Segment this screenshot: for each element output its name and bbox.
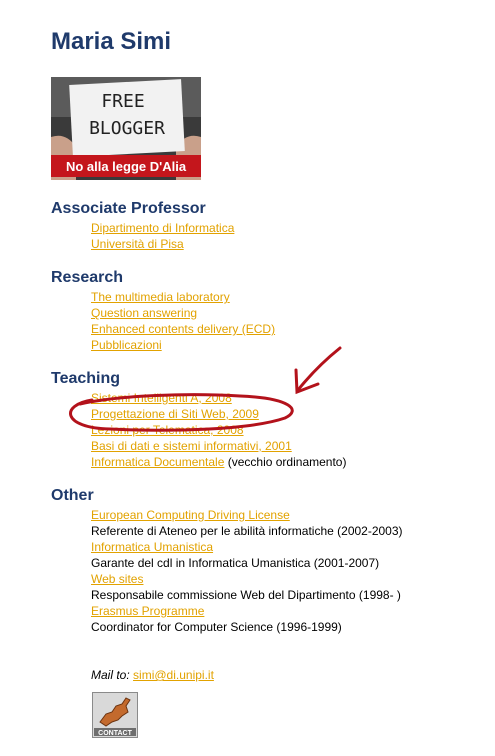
role-text: Referente di Ateneo per le abilità infor… bbox=[91, 524, 403, 538]
list-item: Basi di dati e sistemi informativi, 2001 bbox=[91, 438, 346, 454]
list-item: The multimedia laboratory bbox=[91, 289, 275, 305]
item-note: (vecchio ordinamento) bbox=[224, 455, 347, 469]
link-web-sites[interactable]: Web sites bbox=[91, 572, 143, 586]
link-sistemi-intelligenti[interactable]: Sistemi Intelligenti A, 2008 bbox=[91, 391, 232, 405]
heading-research: Research bbox=[51, 269, 124, 286]
list-item: Erasmus Programme bbox=[91, 603, 403, 619]
list-item: Pubblicazioni bbox=[91, 337, 275, 353]
link-informatica-umanistica[interactable]: Informatica Umanistica bbox=[91, 540, 213, 554]
list-item: Enhanced contents delivery (ECD) bbox=[91, 321, 275, 337]
heading-other: Other bbox=[51, 487, 94, 504]
list-item: Informatica Documentale (vecchio ordinam… bbox=[91, 454, 346, 470]
list-item: Lezioni per Telematica, 2008 bbox=[91, 422, 346, 438]
heading-teaching: Teaching bbox=[51, 370, 121, 387]
svg-text:BLOGGER: BLOGGER bbox=[89, 118, 165, 139]
list-item: Dipartimento di Informatica bbox=[91, 220, 234, 236]
link-progettazione-siti-web[interactable]: Progettazione di Siti Web, 2009 bbox=[91, 407, 259, 421]
page-title: Maria Simi bbox=[51, 28, 172, 55]
role-text: Responsabile commissione Web del Diparti… bbox=[91, 588, 401, 602]
link-lezioni-telematica[interactable]: Lezioni per Telematica, 2008 bbox=[91, 423, 244, 437]
link-ecd[interactable]: Enhanced contents delivery (ECD) bbox=[91, 322, 275, 336]
list-item: Web sites bbox=[91, 571, 403, 587]
annotation-arrow-shaft bbox=[296, 346, 342, 392]
link-erasmus[interactable]: Erasmus Programme bbox=[91, 604, 204, 618]
svg-text:FREE: FREE bbox=[101, 91, 144, 112]
email-link[interactable]: simi@di.unipi.it bbox=[133, 668, 214, 682]
annotation-arrow-head bbox=[294, 368, 320, 395]
list-item: European Computing Driving License bbox=[91, 507, 403, 523]
free-blogger-banner[interactable]: FREE BLOGGER No alla legge D'Alia bbox=[51, 77, 201, 180]
list-item: Garante del cdl in Informatica Umanistic… bbox=[91, 555, 403, 571]
heading-associate-professor: Associate Professor bbox=[51, 200, 206, 217]
research-list: The multimedia laboratory Question answe… bbox=[91, 289, 275, 353]
role-text: Garante del cdl in Informatica Umanistic… bbox=[91, 556, 380, 570]
svg-text:CONTACT: CONTACT bbox=[98, 730, 132, 737]
other-list: European Computing Driving License Refer… bbox=[91, 507, 403, 635]
mail-label: Mail to: bbox=[91, 668, 130, 682]
list-item: Coordinator for Computer Science (1996-1… bbox=[91, 619, 403, 635]
list-item: Università di Pisa bbox=[91, 236, 234, 252]
list-item: Question answering bbox=[91, 305, 275, 321]
associate-professor-list: Dipartimento di Informatica Università d… bbox=[91, 220, 234, 252]
link-basi-di-dati[interactable]: Basi di dati e sistemi informativi, 2001 bbox=[91, 439, 292, 453]
role-text: Coordinator for Computer Science (1996-1… bbox=[91, 620, 342, 634]
teaching-list: Sistemi Intelligenti A, 2008 Progettazio… bbox=[91, 390, 346, 470]
link-ecdl[interactable]: European Computing Driving License bbox=[91, 508, 290, 522]
link-universita[interactable]: Università di Pisa bbox=[91, 237, 184, 251]
link-multimedia-lab[interactable]: The multimedia laboratory bbox=[91, 290, 230, 304]
link-dipartimento[interactable]: Dipartimento di Informatica bbox=[91, 221, 234, 235]
link-question-answering[interactable]: Question answering bbox=[91, 306, 197, 320]
link-informatica-documentale[interactable]: Informatica Documentale bbox=[91, 455, 224, 469]
contact-icon[interactable]: CONTACT bbox=[92, 692, 138, 738]
list-item: Responsabile commissione Web del Diparti… bbox=[91, 587, 403, 603]
list-item: Sistemi Intelligenti A, 2008 bbox=[91, 390, 346, 406]
list-item: Progettazione di Siti Web, 2009 bbox=[91, 406, 346, 422]
mail-line: Mail to: simi@di.unipi.it bbox=[91, 668, 214, 682]
list-item: Referente di Ateneo per le abilità infor… bbox=[91, 523, 403, 539]
link-pubblicazioni[interactable]: Pubblicazioni bbox=[91, 338, 162, 352]
svg-text:No alla legge D'Alia: No alla legge D'Alia bbox=[66, 159, 187, 174]
list-item: Informatica Umanistica bbox=[91, 539, 403, 555]
